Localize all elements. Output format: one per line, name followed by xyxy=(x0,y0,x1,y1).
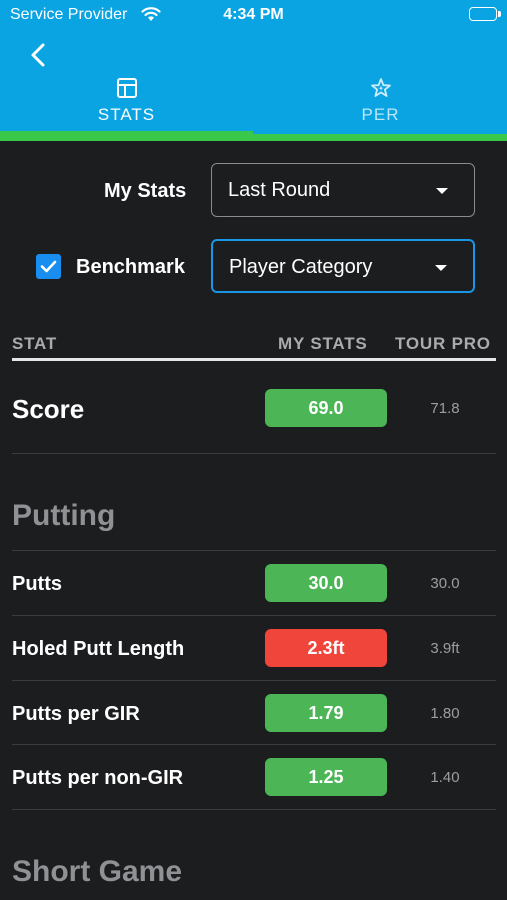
row-label: Putts xyxy=(12,573,62,595)
score-tour-pro-value: 71.8 xyxy=(430,400,460,417)
header-rule xyxy=(12,358,496,361)
my-stats-value: 30.0 xyxy=(265,564,387,602)
status-bar: Service Provider 4:34 PM xyxy=(0,0,507,30)
tour-pro-value: 30.0 xyxy=(430,575,460,592)
my-stats-value: 2.3ft xyxy=(265,629,387,667)
status-time: 4:34 PM xyxy=(223,6,284,23)
tab-stats-label: STATS xyxy=(97,105,156,124)
column-header-tour-pro: TOUR PRO xyxy=(395,334,491,353)
my-stats-select[interactable]: Last Round xyxy=(211,163,475,217)
section-title-putting: Putting xyxy=(12,499,116,532)
row-label: Holed Putt Length xyxy=(12,638,185,660)
divider xyxy=(12,680,496,681)
app-header: Service Provider 4:34 PM STATS PER xyxy=(0,0,507,141)
benchmark-checkbox[interactable] xyxy=(36,254,61,279)
benchmark-label: Benchmark xyxy=(76,256,185,278)
benchmark-select[interactable]: Player Category xyxy=(211,239,475,293)
section-title-short-game: Short Game xyxy=(12,855,183,888)
my-stats-label: My Stats xyxy=(104,180,187,202)
tab-underline xyxy=(253,134,507,141)
divider xyxy=(12,550,496,551)
back-button[interactable] xyxy=(24,40,54,70)
column-header-my-stats: MY STATS xyxy=(278,334,368,353)
score-label: Score xyxy=(12,394,85,424)
row-label: Putts per GIR xyxy=(12,703,140,725)
battery-icon xyxy=(469,7,501,21)
checkmark-icon xyxy=(40,260,57,273)
my-stats-value: 1.79 xyxy=(265,694,387,732)
chevron-left-icon xyxy=(31,43,45,67)
caret-down-icon xyxy=(436,188,448,194)
table-icon xyxy=(115,76,139,100)
tab-per-label: PER xyxy=(361,105,400,124)
tour-pro-value: 1.80 xyxy=(430,705,460,722)
star-sparkle-icon xyxy=(369,76,393,100)
tab-per[interactable]: PER xyxy=(254,72,507,134)
benchmark-select-value: Player Category xyxy=(229,256,373,278)
my-stats-select-value: Last Round xyxy=(228,179,331,201)
row-label: Putts per non-GIR xyxy=(12,767,184,789)
caret-down-icon xyxy=(435,265,447,271)
selected-tab-indicator xyxy=(0,131,253,141)
my-stats-value: 1.25 xyxy=(265,758,387,796)
divider xyxy=(12,744,496,745)
tour-pro-value: 3.9ft xyxy=(430,640,460,657)
divider xyxy=(12,615,496,616)
tab-stats[interactable]: STATS xyxy=(0,72,253,134)
divider xyxy=(12,453,496,454)
divider xyxy=(12,809,496,810)
column-header-stat: STAT xyxy=(12,334,58,353)
tour-pro-value: 1.40 xyxy=(430,769,460,786)
score-my-stats-value: 69.0 xyxy=(265,389,387,427)
